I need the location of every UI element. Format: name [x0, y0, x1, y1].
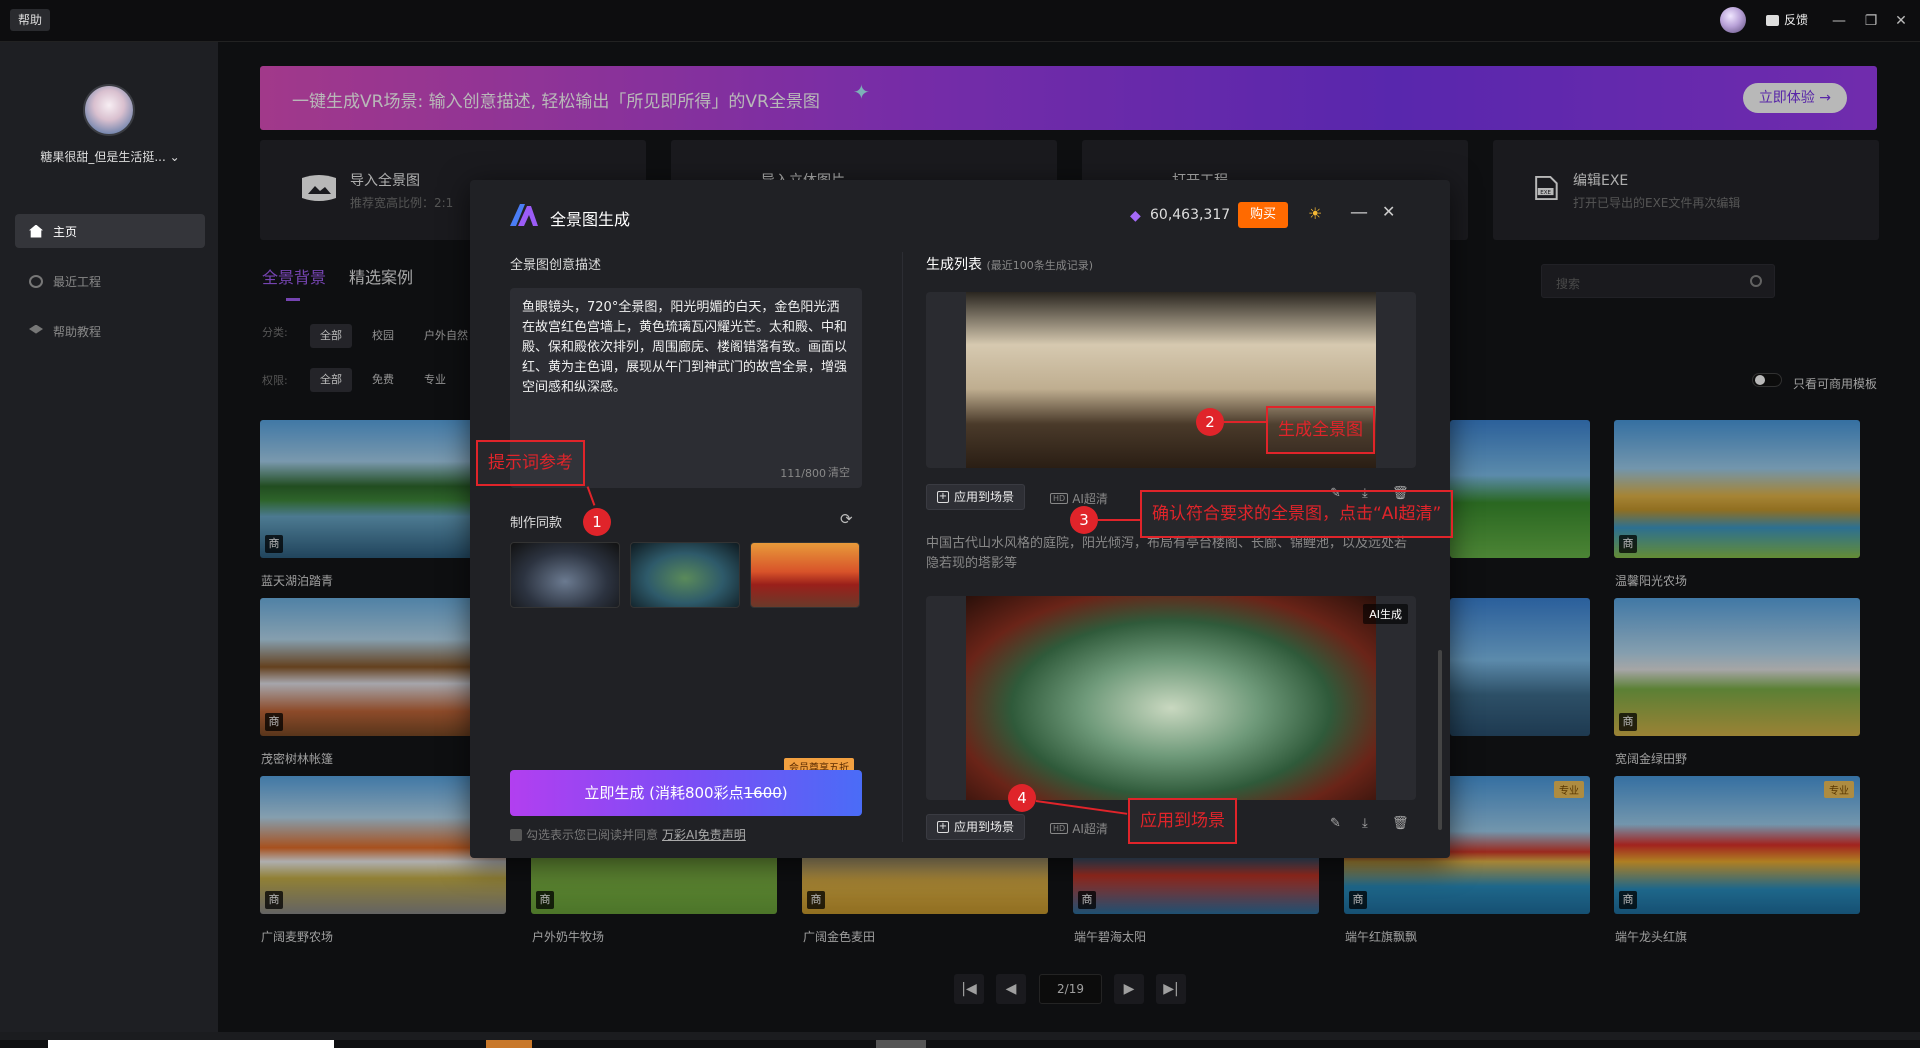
- generated-image-preview: [966, 596, 1376, 800]
- taskbar-item[interactable]: [48, 1040, 334, 1048]
- edit-icon[interactable]: ✎: [1330, 816, 1341, 831]
- agreement-row[interactable]: 勾选表示您已阅读并同意 万彩AI免责声明: [510, 826, 746, 843]
- dialog-title: 全景图生成: [550, 210, 631, 229]
- hd-label: AI超清: [1072, 822, 1108, 836]
- annotation-step-1: 1: [583, 508, 611, 536]
- annotation-generate-panorama: 生成全景图: [1266, 406, 1375, 454]
- sample-thumbnail[interactable]: [510, 542, 620, 608]
- diamond-icon: ◆: [1130, 208, 1141, 224]
- app-logo-icon: [510, 204, 538, 226]
- annotation-apply-to-scene: 应用到场景: [1128, 798, 1237, 844]
- dialog-close-button[interactable]: ✕: [1382, 202, 1395, 221]
- hd-icon: HD: [1050, 823, 1069, 834]
- graduation-cap-icon: [29, 324, 43, 334]
- sidebar: 糖果很甜_但是生活挺... ⌄ 主页 最近工程 帮助教程: [0, 42, 218, 1032]
- sidebar-item-tutorial[interactable]: 帮助教程: [15, 314, 205, 348]
- generated-image[interactable]: AI生成: [926, 596, 1416, 800]
- hd-icon: HD: [1050, 493, 1069, 504]
- ai-generated-tag: AI生成: [1363, 604, 1408, 624]
- apply-to-scene-button[interactable]: + 应用到场景: [926, 484, 1026, 510]
- description-label: 全景图创意描述: [510, 258, 602, 273]
- titlebar-avatar[interactable]: [1720, 7, 1746, 33]
- points-balance: 60,463,317: [1150, 207, 1231, 223]
- agreement-text: 勾选表示您已阅读并同意: [526, 828, 659, 842]
- ai-hd-button[interactable]: HD AI超清: [1050, 820, 1108, 837]
- buy-button[interactable]: 购买: [1238, 202, 1288, 228]
- annotation-line: [1224, 421, 1266, 423]
- disclaimer-link[interactable]: 万彩AI免责声明: [662, 826, 746, 843]
- annotation-step-2: 2: [1196, 408, 1224, 436]
- plus-icon: +: [937, 491, 949, 503]
- apply-label: 应用到场景: [954, 490, 1015, 504]
- same-style-label: 制作同款: [510, 516, 563, 531]
- sidebar-item-label: 帮助教程: [53, 324, 102, 339]
- generation-list-label: 生成列表: [926, 257, 982, 273]
- taskbar-item[interactable]: [486, 1040, 532, 1048]
- taskbar-item[interactable]: [876, 1040, 926, 1048]
- ai-hd-button[interactable]: HD AI超清: [1050, 490, 1108, 507]
- generate-label-prefix: 立即生成 (消耗800彩点: [584, 784, 744, 802]
- generation-list-title: 生成列表 (最近100条生成记录): [926, 254, 1093, 274]
- user-name-dropdown[interactable]: 糖果很甜_但是生活挺... ⌄: [20, 148, 200, 165]
- generate-label-original-cost: 1600: [743, 784, 782, 802]
- generated-caption: 中国古代山水风格的庭院，阳光倾泻，布局有亭台楼阁、长廊、锦鲤池，以及远处若隐若现…: [926, 536, 1408, 571]
- prompt-text: 鱼眼镜头，720°全景图，阳光明媚的白天，金色阳光洒在故宫红色宫墙上，黄色琉璃瓦…: [522, 300, 848, 395]
- hd-label: AI超清: [1072, 492, 1108, 506]
- dialog-minimize-button[interactable]: —: [1350, 202, 1368, 223]
- refresh-icon[interactable]: ⟳: [840, 510, 853, 528]
- annotation-confirm-ai-hd: 确认符合要求的全景图，点击“AI超清”: [1140, 490, 1454, 538]
- delete-icon[interactable]: 🗑: [1392, 816, 1409, 831]
- clock-icon: [29, 274, 43, 288]
- sidebar-item-label: 最近工程: [53, 274, 102, 289]
- download-icon[interactable]: ⤓: [1362, 816, 1368, 831]
- sidebar-item-home[interactable]: 主页: [15, 214, 205, 248]
- annotation-step-3: 3: [1070, 506, 1098, 534]
- feedback-label: 反馈: [1784, 13, 1809, 27]
- minimize-button[interactable]: —: [1826, 8, 1852, 34]
- home-icon: [29, 224, 43, 238]
- apply-label: 应用到场景: [954, 820, 1015, 834]
- apply-to-scene-button[interactable]: + 应用到场景: [926, 814, 1026, 840]
- sample-thumbnail[interactable]: [750, 542, 860, 608]
- generate-label-suffix: ): [781, 784, 788, 802]
- list-scrollbar[interactable]: [1438, 650, 1442, 830]
- title-bar: 帮助 反馈 — ❐ ✕: [0, 0, 1920, 42]
- annotation-step-4: 4: [1008, 784, 1036, 812]
- user-avatar[interactable]: [83, 84, 135, 136]
- close-button[interactable]: ✕: [1888, 8, 1914, 34]
- help-button[interactable]: 帮助: [10, 9, 51, 31]
- generate-now-button[interactable]: 立即生成 (消耗800彩点1600): [510, 770, 862, 816]
- restore-button[interactable]: ❐: [1858, 8, 1884, 34]
- sample-thumbnail[interactable]: [630, 542, 740, 608]
- clear-button[interactable]: 清空: [828, 464, 850, 480]
- char-count: 111/800: [780, 467, 826, 480]
- taskbar: [0, 1040, 1920, 1048]
- message-icon: [1766, 14, 1779, 26]
- theme-toggle-icon[interactable]: ☀: [1308, 204, 1322, 223]
- annotation-prompt-reference: 提示词参考: [476, 440, 585, 486]
- annotation-line: [1098, 519, 1140, 521]
- sidebar-item-label: 主页: [53, 224, 78, 239]
- plus-icon: +: [937, 821, 949, 833]
- agreement-checkbox[interactable]: [510, 828, 522, 841]
- dialog-divider: [902, 252, 903, 842]
- sidebar-item-recent[interactable]: 最近工程: [15, 264, 205, 298]
- feedback-button[interactable]: 反馈: [1760, 9, 1814, 31]
- generation-list-subtitle: (最近100条生成记录): [986, 259, 1094, 272]
